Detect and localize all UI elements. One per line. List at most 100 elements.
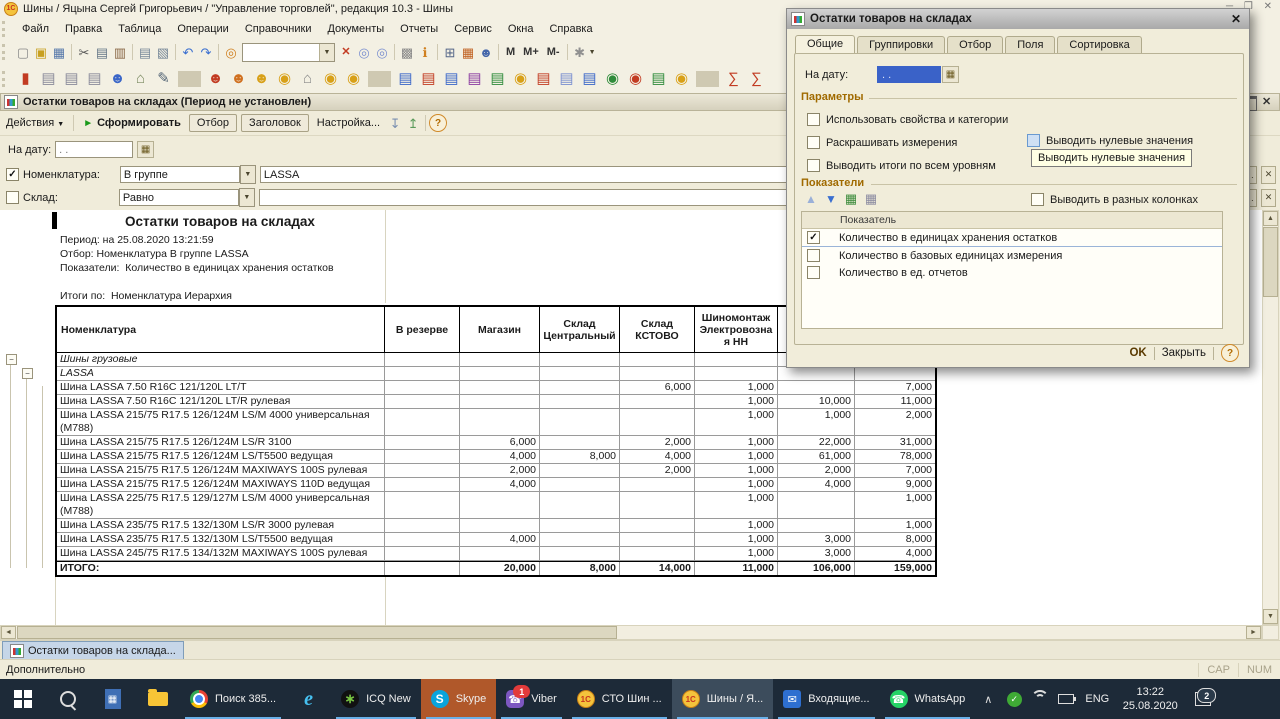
column-header[interactable]: Склад Центральный bbox=[540, 307, 620, 352]
restore-settings-icon[interactable]: ↥ bbox=[404, 114, 422, 132]
menu-documents[interactable]: Документы bbox=[319, 20, 392, 38]
dialog-calendar-button[interactable]: ▦ bbox=[942, 66, 959, 83]
coins-icon[interactable]: ◉ bbox=[342, 70, 365, 88]
print-icon[interactable]: ▤ bbox=[136, 43, 154, 61]
tree-collapse-icon[interactable]: − bbox=[6, 354, 17, 365]
dialog-tab-fields[interactable]: Поля bbox=[1005, 36, 1055, 53]
header-button[interactable]: Заголовок bbox=[241, 114, 309, 132]
toolbar-icon[interactable] bbox=[368, 71, 391, 87]
scroll-left-icon[interactable]: ◄ bbox=[1, 626, 16, 639]
help-icon[interactable]: ? bbox=[429, 114, 447, 132]
close-button[interactable]: Закрыть bbox=[1162, 347, 1206, 359]
indicator-checkbox[interactable] bbox=[807, 266, 820, 279]
tray-wifi-icon[interactable] bbox=[1027, 679, 1053, 719]
indicator-list-item[interactable]: Количество в ед. отчетов bbox=[802, 264, 1222, 281]
column-header[interactable]: Магазин bbox=[460, 307, 540, 352]
ok-button[interactable]: OK bbox=[1129, 347, 1146, 359]
menu-edit[interactable]: Правка bbox=[57, 20, 110, 38]
invoice-in-icon[interactable]: ▤ bbox=[440, 70, 463, 88]
settings-button[interactable]: Настройка... bbox=[311, 115, 386, 131]
date-input[interactable]: . . bbox=[55, 141, 133, 158]
users-icon[interactable]: ☻ bbox=[477, 43, 495, 61]
undo-icon[interactable]: ↶ bbox=[179, 43, 197, 61]
find-next-icon[interactable]: ◎ bbox=[355, 43, 373, 61]
table-grid-icon[interactable]: ⊞ bbox=[441, 43, 459, 61]
taskbar-app-icq[interactable]: ∗ ICQ New bbox=[331, 679, 421, 719]
tray-antivirus-icon[interactable]: ✓ bbox=[1001, 679, 1027, 719]
search-input[interactable] bbox=[243, 44, 319, 61]
menu-operations[interactable]: Операции bbox=[169, 20, 236, 38]
report-close-icon[interactable]: ✕ bbox=[1262, 95, 1271, 108]
zero-values-checkbox[interactable] bbox=[1027, 134, 1040, 147]
cut-icon[interactable]: ✂ bbox=[75, 43, 93, 61]
taskbar-app-skype[interactable]: S Skype bbox=[421, 679, 497, 719]
find-icon[interactable]: ◎ bbox=[222, 43, 240, 61]
money-person-icon[interactable]: ◉ bbox=[273, 70, 296, 88]
column-header[interactable]: В резерве bbox=[385, 307, 460, 352]
ИТОГО:[interactable]: ИТОГО: 20,000 8,000 14,000 11,000 106,00… bbox=[57, 561, 935, 575]
menu-help[interactable]: Справка bbox=[541, 20, 600, 38]
Шина LASSA 7.50 R16C 121/120L LT/T[interactable]: Шина LASSA 7.50 R16C 121/120L LT/T 6,000… bbox=[57, 381, 935, 395]
print-preview-icon[interactable]: ▧ bbox=[154, 43, 172, 61]
copy-fragment-icon[interactable]: ▩ bbox=[398, 43, 416, 61]
Шина LASSA 7.50 R16C 121/120L LT/R рулевая[interactable]: Шина LASSA 7.50 R16C 121/120L LT/R рулев… bbox=[57, 395, 935, 409]
taskbar-app-whatsapp[interactable]: ☎ WhatsApp bbox=[880, 679, 976, 719]
edit-tools-icon[interactable]: ✎ bbox=[152, 70, 175, 88]
coin-add-icon[interactable]: ◉ bbox=[601, 70, 624, 88]
tree-collapse-icon[interactable]: − bbox=[22, 368, 33, 379]
tray-chevron-icon[interactable]: ∧ bbox=[975, 679, 1001, 719]
sum-report2-icon[interactable]: ∑ bbox=[745, 70, 768, 88]
settings-gear-icon[interactable]: ✱ bbox=[571, 43, 589, 61]
calendar-button[interactable]: ▦ bbox=[137, 141, 154, 158]
use-props-checkbox[interactable] bbox=[807, 113, 820, 126]
Шина LASSA 245/75 R17.5 134/132M MAXIWAYS 100S рулевая[interactable]: Шина LASSA 245/75 R17.5 134/132M MAXIWAY… bbox=[57, 547, 935, 561]
doc-in-icon[interactable]: ▤ bbox=[394, 70, 417, 88]
toolbar-icon[interactable] bbox=[394, 44, 395, 60]
tray-language[interactable]: ENG bbox=[1079, 679, 1115, 719]
calc-m-plus-button[interactable]: M+ bbox=[519, 46, 543, 58]
generate-button[interactable]: ► Сформировать bbox=[77, 115, 187, 131]
Шина LASSA 215/75 R17.5 126/124M LS/M 4000 универсальная (M788)[interactable]: Шина LASSA 215/75 R17.5 126/124M LS/M 40… bbox=[57, 409, 935, 436]
employees-icon[interactable]: ☻ bbox=[106, 70, 129, 88]
taskbar-app-ie[interactable]: e bbox=[286, 679, 331, 719]
toolbar-icon[interactable] bbox=[132, 44, 133, 60]
chevron-down-icon[interactable]: ▼ bbox=[240, 165, 256, 184]
menu-table[interactable]: Таблица bbox=[110, 20, 169, 38]
vertical-scroll-thumb[interactable] bbox=[1263, 227, 1278, 297]
Шина LASSA 235/75 R17.5 132/130M LS/T5500 ведущая[interactable]: Шина LASSA 235/75 R17.5 132/130M LS/T550… bbox=[57, 533, 935, 547]
calc-m-minus-button[interactable]: M- bbox=[543, 46, 564, 58]
vertical-scrollbar[interactable]: ▲ ▼ bbox=[1262, 210, 1279, 625]
Шина LASSA 235/75 R17.5 132/130M LS/R 3000 рулевая[interactable]: Шина LASSA 235/75 R17.5 132/130M LS/R 30… bbox=[57, 519, 935, 533]
doc-out-icon[interactable]: ▤ bbox=[417, 70, 440, 88]
goods-writeoff-icon[interactable]: ▤ bbox=[532, 70, 555, 88]
sum-report-icon[interactable]: ∑ bbox=[722, 70, 745, 88]
info-icon[interactable]: ℹ bbox=[416, 43, 434, 61]
redo-icon[interactable]: ↷ bbox=[197, 43, 215, 61]
find-prev-icon[interactable]: ◎ bbox=[373, 43, 391, 61]
colorize-checkbox[interactable] bbox=[807, 136, 820, 149]
calendar-icon[interactable]: ▦ bbox=[459, 43, 477, 61]
menu-windows[interactable]: Окна bbox=[500, 20, 542, 38]
customer-order-icon[interactable]: ☻ bbox=[227, 70, 250, 88]
chevron-down-icon[interactable]: ▼ bbox=[589, 49, 596, 56]
nomenclature-condition-select[interactable]: В группе bbox=[120, 166, 240, 183]
Шина LASSA 225/75 R17.5 129/127M LS/M 4000 универсальная (M788)[interactable]: Шина LASSA 225/75 R17.5 129/127M LS/M 40… bbox=[57, 492, 935, 519]
paste-icon[interactable]: ▥ bbox=[111, 43, 129, 61]
warehouse-icon[interactable]: ⌂ bbox=[129, 70, 152, 88]
horizontal-scroll-thumb[interactable] bbox=[17, 626, 617, 639]
dialog-titlebar[interactable]: Остатки товаров на складах ✕ bbox=[787, 9, 1249, 29]
doc-copy-icon[interactable]: ▤ bbox=[555, 70, 578, 88]
dialog-date-input[interactable]: . . bbox=[877, 66, 941, 83]
dialog-tab-sorting[interactable]: Сортировка bbox=[1057, 36, 1141, 53]
taskbar-app-1c-shiny[interactable]: 1С Шины / Я... bbox=[672, 679, 774, 719]
indicator-list-item[interactable]: Количество в единицах хранения остатков bbox=[802, 229, 1222, 247]
move-down-icon[interactable]: ▼ bbox=[823, 192, 839, 206]
print-labels-icon[interactable]: ▤ bbox=[83, 70, 106, 88]
start-button[interactable] bbox=[0, 679, 45, 719]
tray-clock[interactable]: 13:22 25.08.2020 bbox=[1115, 679, 1185, 719]
column-header[interactable]: Склад КСТОВО bbox=[620, 307, 695, 352]
indicator-list-item[interactable]: Количество в базовых единицах измерения bbox=[802, 247, 1222, 264]
dialog-close-icon[interactable]: ✕ bbox=[1227, 12, 1245, 26]
menu-reports[interactable]: Отчеты bbox=[392, 20, 446, 38]
nomenclature-checkbox[interactable] bbox=[6, 168, 19, 181]
